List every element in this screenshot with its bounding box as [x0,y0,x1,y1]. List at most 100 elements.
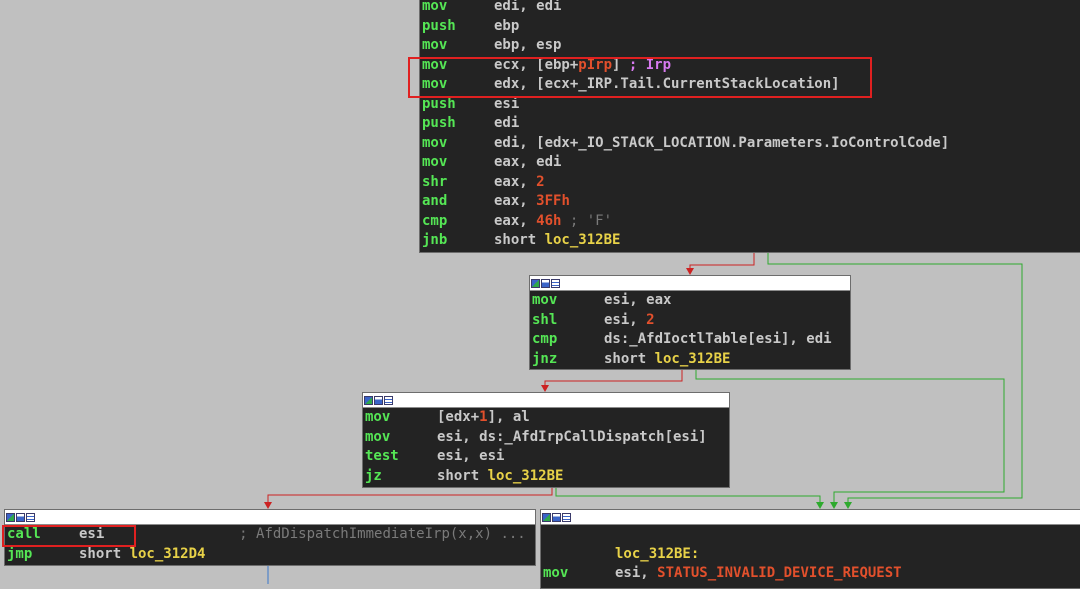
asm-line[interactable] [541,525,1080,545]
asm-line[interactable]: push ebp [420,17,1080,37]
graph-view-icon[interactable] [541,278,550,288]
asm-operand: [edx+ [437,409,480,425]
asm-mnemonic: push [422,115,456,131]
code-block-loc-312BE[interactable]: loc_312BE: mov esi, STATUS_INVALID_DEVICE_… [540,509,1080,589]
code-block-call-dispatch[interactable]: call esi ; AfdDispatchImmediateIrp(x,x) .… [4,509,536,566]
asm-line[interactable]: mov esi, eax [530,291,850,311]
code-block-ioctl-check[interactable]: mov esi, eax shl esi, 2 cmp ds:_AfdIoctlTable… [529,275,851,370]
asm-operand: esi, eax [604,292,672,308]
asm-operand: ebp [494,17,520,34]
asm-line[interactable]: mov ecx, [ebp+pIrp] ; Irp [420,56,1080,76]
asm-line[interactable]: cmp eax, 46h ; 'F' [420,212,1080,232]
asm-label-ref[interactable]: loc_312BE [488,468,564,484]
asm-operand: eax, [494,173,537,190]
asm-mnemonic: mov [422,134,448,151]
asm-operand: esi, esi [437,448,505,464]
asm-line[interactable]: cmp ds:_AfdIoctlTable[esi], edi [530,330,850,350]
asm-line[interactable]: shl esi, 2 [530,311,850,331]
asm-mnemonic: jz [365,467,382,484]
asm-mnemonic: mov [422,76,448,92]
asm-mnemonic: push [422,95,456,112]
asm-operand: short [437,467,488,484]
asm-line[interactable]: mov esi, STATUS_INVALID_DEVICE_REQUEST [541,564,1080,584]
asm-operand: 2 [646,311,655,328]
asm-line[interactable]: jnb short loc_312BE [420,231,1080,251]
graph-view-icon[interactable] [552,512,561,522]
asm-comment: ; AfdDispatchImmediateIrp(x,x) ... [104,526,526,542]
edge-arrowhead [686,268,694,275]
asm-operand: edx, [ecx+_IRP.Tail.CurrentStackLocation… [494,76,840,92]
asm-operand: 46h [536,212,562,229]
edge-arrowhead [541,385,549,392]
code-block-entry[interactable]: mov edi, edi push ebp mov ebp, esp mov ecx, [eb… [419,0,1080,253]
asm-line[interactable]: mov esi, ds:_AfdIrpCallDispatch[esi] [363,428,729,448]
asm-operand: ] [612,56,629,73]
graph-overview-icon[interactable] [364,395,373,405]
asm-mnemonic: mov [422,154,448,170]
asm-operand: 2 [536,173,545,190]
asm-comment: ; 'F' [561,212,613,229]
asm-line[interactable]: push edi [420,114,1080,134]
text-view-icon[interactable] [551,278,560,288]
asm-line[interactable]: and eax, 3FFh [420,192,1080,212]
asm-operand: eax, edi [494,154,562,170]
asm-mnemonic: jnb [422,232,448,248]
asm-mnemonic: mov [543,565,569,581]
edge-b2-b3 [544,370,683,387]
asm-label-ref[interactable]: loc_312BE [545,232,621,248]
edge-b2-b5 [695,370,1005,504]
asm-operand: short [494,232,545,248]
asm-mnemonic: jnz [532,350,558,367]
text-view-icon[interactable] [384,395,393,405]
asm-operand: edi, edi [494,0,562,14]
asm-mnemonic: and [422,193,448,209]
asm-line[interactable]: jz short loc_312BE [363,467,729,487]
graph-view-icon[interactable] [374,395,383,405]
asm-line[interactable]: call esi ; AfdDispatchImmediateIrp(x,x) .… [5,525,535,545]
asm-line[interactable]: jmp short loc_312D4 [5,545,535,565]
edge-arrowhead [830,502,838,509]
asm-line[interactable]: mov ebp, esp [420,36,1080,56]
asm-line[interactable]: mov edx, [ecx+_IRP.Tail.CurrentStackLocat… [420,75,1080,95]
asm-mnemonic: cmp [532,331,558,347]
edge-b1-b2 [689,252,755,270]
asm-operand: pIrp [578,56,613,73]
asm-line[interactable]: mov edi, [edx+_IO_STACK_LOCATION.Paramete… [420,134,1080,154]
graph-overview-icon[interactable] [6,512,15,522]
asm-operand: short [79,545,130,562]
asm-operand: edi [494,115,520,131]
asm-mnemonic: test [365,448,399,464]
graph-overview-icon[interactable] [542,512,551,522]
asm-operand: 1 [479,409,488,425]
asm-label-ref[interactable]: loc_312BE: [615,546,699,562]
asm-operand: esi, ds:_AfdIrpCallDispatch[esi] [437,428,707,445]
asm-line[interactable]: jnz short loc_312BE [530,350,850,370]
asm-label-ref[interactable]: loc_312BE [655,351,731,367]
asm-line[interactable]: mov edi, edi [420,0,1080,17]
asm-mnemonic: shl [532,311,558,328]
asm-mnemonic: mov [422,37,448,53]
text-view-icon[interactable] [26,512,35,522]
text-view-icon[interactable] [562,512,571,522]
asm-line[interactable]: push esi [420,95,1080,115]
graph-view-icon[interactable] [16,512,25,522]
asm-mnemonic: mov [365,409,391,425]
block-titlebar [5,510,535,525]
asm-operand: ds:_AfdIoctlTable[esi], edi [604,331,832,347]
asm-label-ref[interactable]: loc_312D4 [130,546,206,562]
asm-line[interactable]: mov eax, edi [420,153,1080,173]
asm-operand: esi, [604,311,647,328]
asm-line[interactable]: test esi, esi [363,447,729,467]
graph-overview-icon[interactable] [531,278,540,288]
asm-line[interactable]: mov [edx+1], al [363,408,729,428]
asm-operand: eax, [494,193,537,209]
asm-mnemonic: shr [422,173,448,190]
block-titlebar [530,276,850,291]
asm-mnemonic: mov [422,56,448,73]
asm-line[interactable]: shr eax, 2 [420,173,1080,193]
asm-mnemonic: jmp [7,545,33,562]
code-block-dispatch-lookup[interactable]: mov [edx+1], al mov esi, ds:_AfdIrpCallDisp… [362,392,730,488]
edge-b3-b5 [555,488,821,504]
asm-operand: eax, [494,212,537,229]
asm-line[interactable]: loc_312BE: [541,545,1080,565]
